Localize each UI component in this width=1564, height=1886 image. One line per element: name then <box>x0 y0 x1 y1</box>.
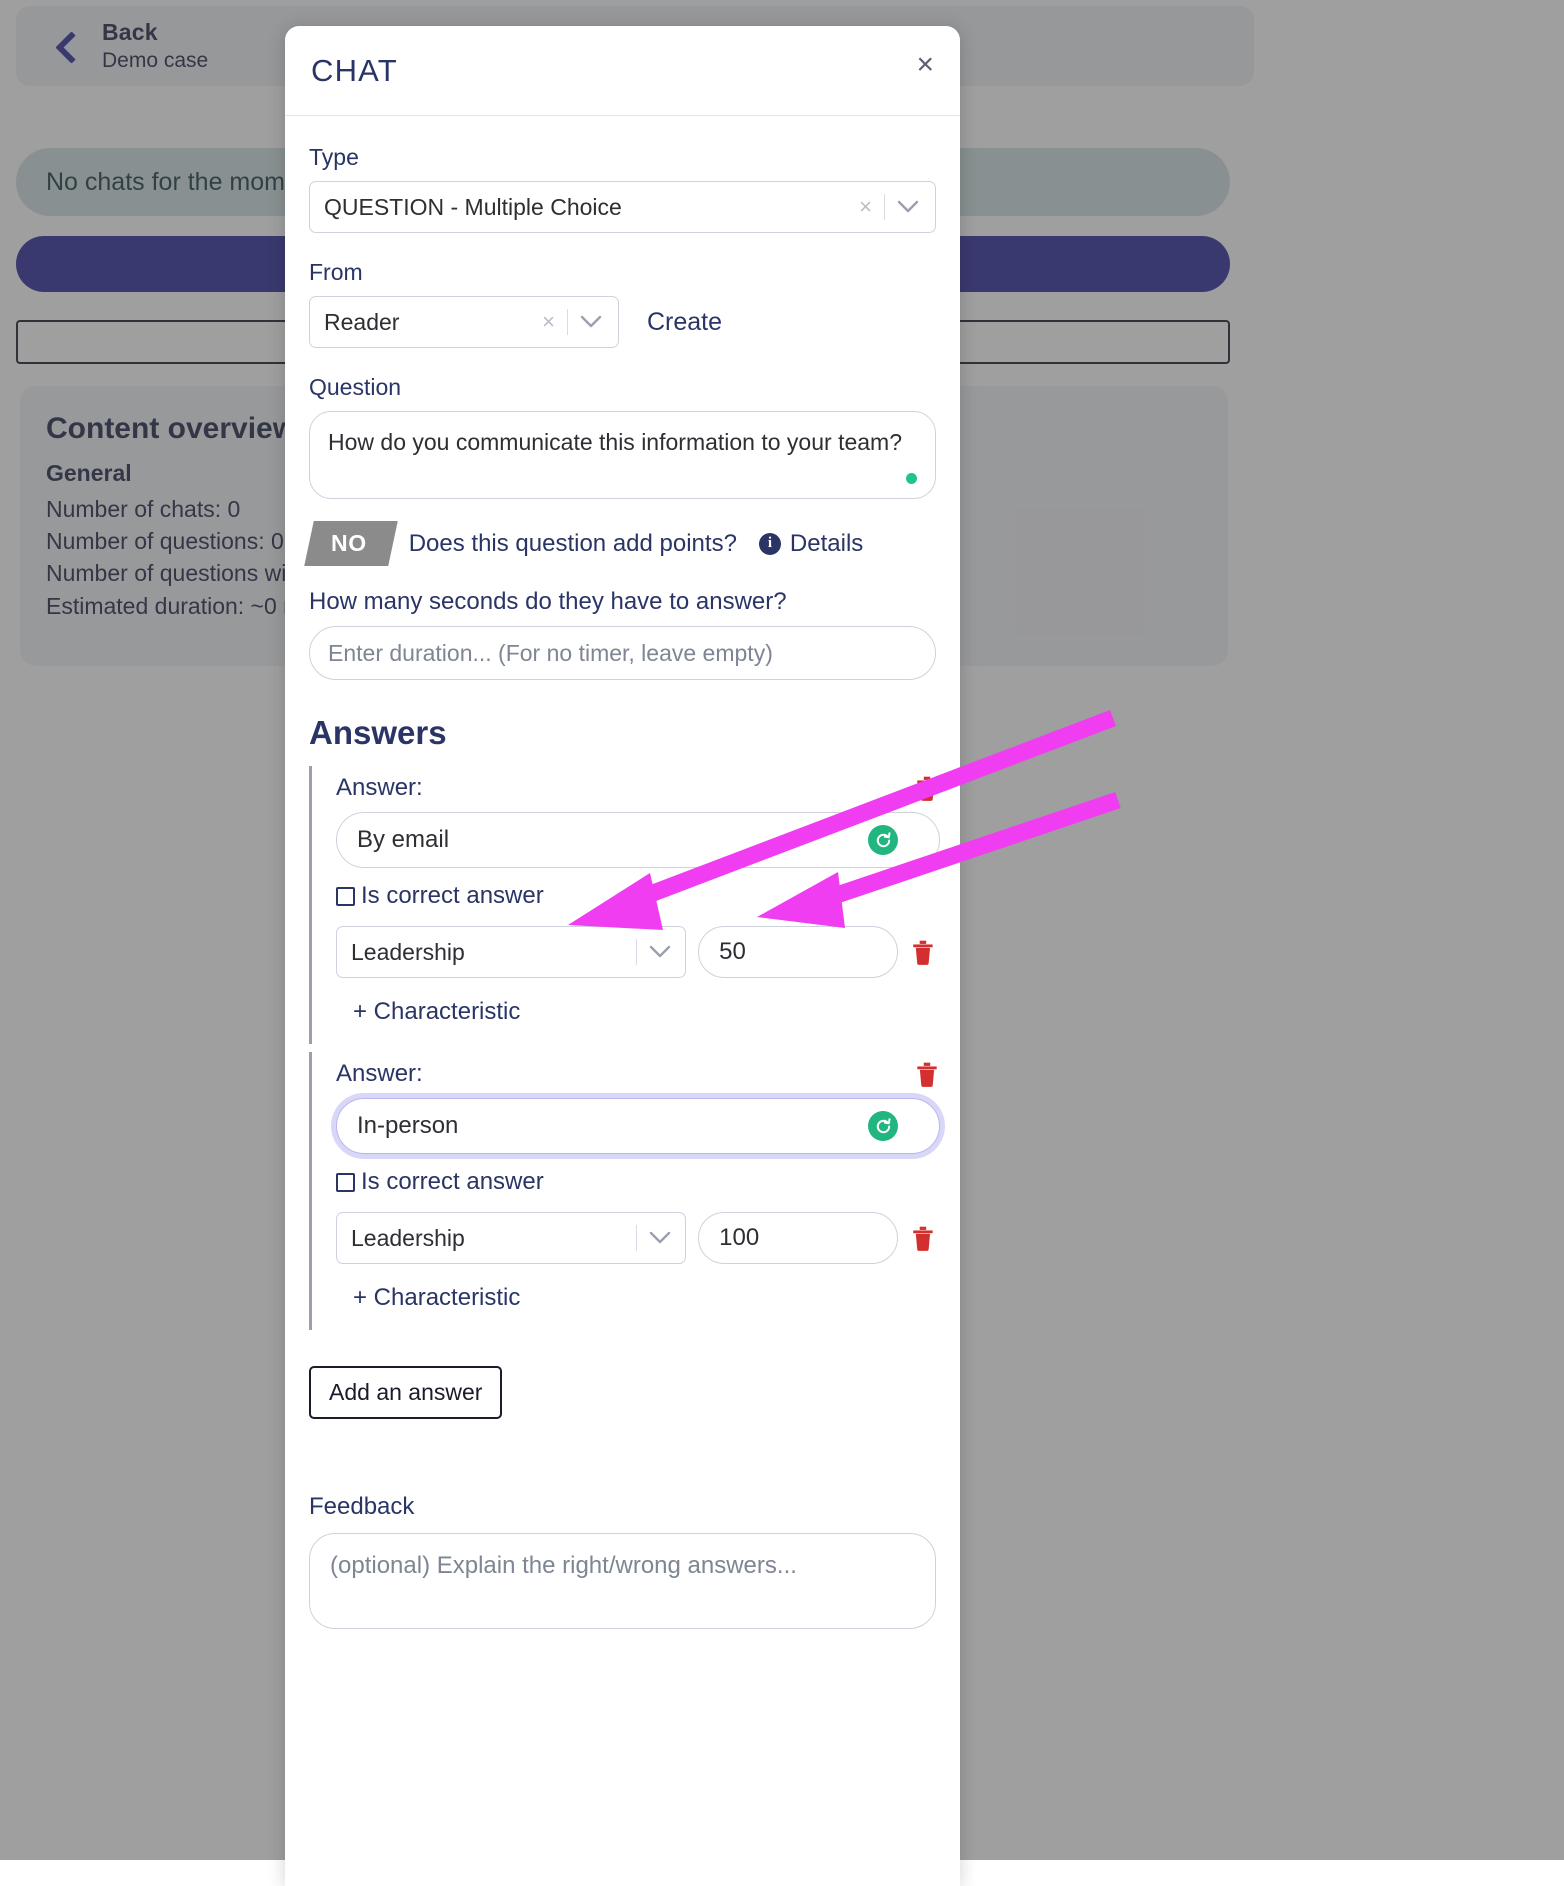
answer-caption: Answer: <box>336 1060 423 1088</box>
chevron-down-icon[interactable] <box>639 927 681 977</box>
answers-heading: Answers <box>309 714 936 752</box>
question-input[interactable]: How do you communicate this information … <box>309 411 936 499</box>
from-select[interactable]: Reader × <box>309 296 619 348</box>
add-points-question: Does this question add points? <box>409 530 737 558</box>
is-correct-row[interactable]: Is correct answer <box>336 1168 936 1196</box>
answer-card: Answer: Is correct answer <box>309 1052 936 1330</box>
regenerate-icon[interactable] <box>868 1111 898 1141</box>
timer-input[interactable] <box>309 626 936 680</box>
answer-header: Answer: <box>336 1060 940 1088</box>
modal-title: CHAT <box>311 53 398 89</box>
characteristic-value: Leadership <box>351 1225 634 1252</box>
divider <box>636 939 637 965</box>
clear-icon[interactable]: × <box>849 194 882 220</box>
is-correct-label: Is correct answer <box>361 1168 544 1196</box>
type-label: Type <box>309 144 936 171</box>
delete-characteristic-icon[interactable] <box>910 1224 936 1252</box>
answer-input-wrap <box>336 1098 940 1154</box>
question-label: Question <box>309 374 936 401</box>
add-characteristic-button[interactable]: + Characteristic <box>353 998 520 1026</box>
feedback-label: Feedback <box>309 1493 936 1521</box>
type-select-value: QUESTION - Multiple Choice <box>324 194 849 221</box>
divider <box>884 194 885 220</box>
feedback-input[interactable] <box>309 1533 936 1629</box>
timer-label: How many seconds do they have to answer? <box>309 588 936 616</box>
characteristic-row: Leadership <box>336 1212 936 1264</box>
delete-characteristic-icon[interactable] <box>910 938 936 966</box>
is-correct-row[interactable]: Is correct answer <box>336 882 936 910</box>
chevron-down-icon[interactable] <box>639 1213 681 1263</box>
type-select[interactable]: QUESTION - Multiple Choice × <box>309 181 936 233</box>
close-icon[interactable]: × <box>916 50 934 80</box>
characteristic-select[interactable]: Leadership <box>336 1212 686 1264</box>
from-label: From <box>309 259 936 286</box>
chevron-down-icon[interactable] <box>570 297 612 347</box>
regenerate-icon[interactable] <box>868 825 898 855</box>
question-text: How do you communicate this information … <box>328 429 902 455</box>
add-points-row: NO Does this question add points? i Deta… <box>309 521 936 566</box>
add-answer-button[interactable]: Add an answer <box>309 1366 502 1419</box>
delete-answer-icon[interactable] <box>914 774 940 802</box>
answer-caption: Answer: <box>336 774 423 802</box>
is-correct-checkbox[interactable] <box>336 887 355 906</box>
answer-text-input[interactable] <box>336 1098 940 1154</box>
answer-input-wrap <box>336 812 940 868</box>
answer-text-input[interactable] <box>336 812 940 868</box>
chevron-down-icon[interactable] <box>887 182 929 232</box>
characteristic-value: Leadership <box>351 939 634 966</box>
modal-body: Type QUESTION - Multiple Choice × From R… <box>285 116 960 1634</box>
info-icon: i <box>759 533 781 555</box>
clear-icon[interactable]: × <box>532 309 565 335</box>
characteristic-row: Leadership <box>336 926 936 978</box>
is-correct-checkbox[interactable] <box>336 1173 355 1192</box>
create-link[interactable]: Create <box>647 308 722 337</box>
is-correct-label: Is correct answer <box>361 882 544 910</box>
answer-header: Answer: <box>336 774 940 802</box>
characteristic-score-input[interactable] <box>698 926 898 978</box>
divider <box>567 309 568 335</box>
answer-card: Answer: Is correct answer <box>309 766 936 1044</box>
characteristic-select[interactable]: Leadership <box>336 926 686 978</box>
from-select-value: Reader <box>324 309 532 336</box>
details-button[interactable]: i Details <box>759 530 863 558</box>
modal-header: CHAT × <box>285 26 960 116</box>
add-characteristic-button[interactable]: + Characteristic <box>353 1284 520 1312</box>
divider <box>636 1225 637 1251</box>
chat-modal: CHAT × Type QUESTION - Multiple Choice ×… <box>285 26 960 1886</box>
characteristic-score-input[interactable] <box>698 1212 898 1264</box>
details-label: Details <box>790 530 863 558</box>
add-points-toggle[interactable]: NO <box>304 521 397 566</box>
delete-answer-icon[interactable] <box>914 1060 940 1088</box>
from-row: Reader × Create <box>309 296 936 348</box>
status-dot-icon <box>906 473 917 484</box>
add-points-toggle-value: NO <box>331 530 367 557</box>
